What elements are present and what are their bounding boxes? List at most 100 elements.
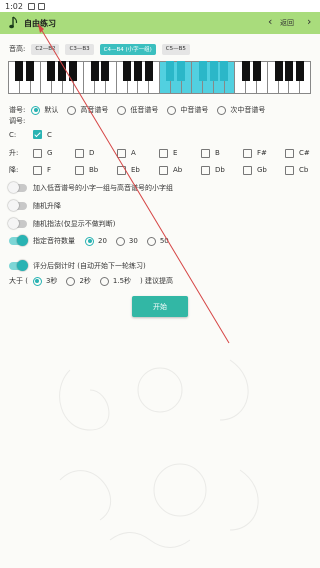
piano-black-key[interactable] <box>101 61 110 81</box>
countdown-label: 评分后倒计时 (自动开始下一轮练习) <box>33 262 146 270</box>
piano-black-key[interactable] <box>68 61 77 81</box>
prev-button[interactable]: ‹ <box>268 15 272 28</box>
key-c-label: C <box>47 130 52 139</box>
key-ab-checkbox[interactable]: Ab <box>159 165 192 175</box>
background-pattern <box>59 359 259 548</box>
clef-bass-label: 低音谱号 <box>130 106 159 114</box>
piano-black-key[interactable] <box>177 61 186 81</box>
note-count-50-option[interactable]: 50 <box>146 236 169 246</box>
key-e-checkbox[interactable]: E <box>159 148 192 158</box>
piano-keyboard[interactable] <box>8 61 311 94</box>
key-c-checkbox[interactable]: C <box>33 130 52 139</box>
status-time: 1:02 <box>5 1 23 11</box>
add-octaves-toggle[interactable] <box>8 182 27 193</box>
clef-default-option[interactable]: 默认 <box>31 105 58 115</box>
piano-black-key[interactable] <box>166 61 175 81</box>
key-cb-checkbox[interactable]: Cb <box>285 165 318 175</box>
clef-tenor-option[interactable]: 次中音谱号 <box>217 105 265 115</box>
piano-black-key[interactable] <box>198 61 207 81</box>
key-db-checkbox[interactable]: Db <box>201 165 234 175</box>
piano-black-key[interactable] <box>14 61 23 81</box>
piano-black-key[interactable] <box>144 61 153 81</box>
note-count-toggle[interactable] <box>9 235 28 246</box>
note-count-50-label: 50 <box>159 237 169 245</box>
threshold-1-5s-option[interactable]: 1.5秒 <box>99 276 131 286</box>
key-d-checkbox[interactable]: D <box>75 148 108 158</box>
clef-bass-option[interactable]: 低音谱号 <box>117 105 158 115</box>
piano-black-key[interactable] <box>47 61 56 81</box>
key-signature-header: 调号: <box>9 116 25 126</box>
threshold-3s-label: 3秒 <box>45 277 58 285</box>
key-gb-checkbox[interactable]: Gb <box>243 165 276 175</box>
image-status-icon <box>27 2 35 10</box>
range-c4-b4-button[interactable]: C4—B4 (小字一组) <box>99 43 156 55</box>
key-f-sharp-checkbox[interactable]: F# <box>243 148 276 158</box>
checkbox-icon <box>159 148 168 158</box>
back-button[interactable]: 返回 <box>280 18 294 28</box>
next-button[interactable]: › <box>307 15 311 28</box>
piano-black-key[interactable] <box>58 61 67 81</box>
piano-black-key[interactable] <box>123 61 132 81</box>
threshold-prefix: 大于 ( <box>9 277 28 285</box>
clef-alto-label: 中音谱号 <box>180 106 209 114</box>
key-f-sharp-label: F# <box>257 149 267 157</box>
sharp-key-row: 升: G D A E B F# C# <box>9 148 320 158</box>
piano-black-key[interactable] <box>90 61 99 81</box>
countdown-toggle[interactable] <box>9 260 28 271</box>
random-fingering-toggle[interactable] <box>8 218 27 229</box>
key-bb-checkbox[interactable]: Bb <box>75 165 108 175</box>
note-count-20-option[interactable]: 20 <box>85 236 107 246</box>
piano-black-key[interactable] <box>133 61 142 81</box>
checkbox-icon <box>33 148 42 158</box>
checkbox-icon <box>33 165 42 175</box>
checkbox-icon <box>285 165 294 175</box>
key-c-sharp-label: C# <box>299 149 310 157</box>
radio-icon <box>85 236 94 246</box>
key-b-label: B <box>215 149 220 157</box>
checkbox-icon <box>159 165 168 175</box>
key-a-label: A <box>131 149 136 157</box>
range-c2-b2-button[interactable]: C2—B2 <box>31 43 60 55</box>
random-fingering-row: 随机指法(仅显示不做判断) <box>8 218 115 229</box>
key-d-label: D <box>89 149 95 157</box>
piano-black-key[interactable] <box>252 61 261 81</box>
checkbox-icon <box>201 148 210 158</box>
threshold-2s-label: 2秒 <box>79 277 91 285</box>
checkbox-icon <box>243 165 252 175</box>
key-a-checkbox[interactable]: A <box>117 148 150 158</box>
radio-icon <box>67 105 77 115</box>
start-button[interactable]: 开始 <box>132 296 188 317</box>
close-status-icon <box>37 2 45 10</box>
key-c-sharp-checkbox[interactable]: C# <box>285 148 318 158</box>
add-octaves-row: 加入低音谱号的小字一组与高音谱号的小字组 <box>8 182 173 193</box>
range-c3-b3-button[interactable]: C3—B3 <box>65 43 94 55</box>
piano-black-key[interactable] <box>296 61 305 81</box>
random-accidental-label: 随机升降 <box>33 202 61 210</box>
key-cb-label: Cb <box>299 166 309 174</box>
threshold-3s-option[interactable]: 3秒 <box>32 276 58 286</box>
piano-black-key[interactable] <box>220 61 229 81</box>
piano-black-key[interactable] <box>242 61 251 81</box>
piano-black-key[interactable] <box>285 61 294 81</box>
key-b-checkbox[interactable]: B <box>201 148 234 158</box>
countdown-row: 评分后倒计时 (自动开始下一轮练习) <box>9 260 146 271</box>
clef-label: 谱号: <box>9 106 26 114</box>
key-f-checkbox[interactable]: F <box>33 165 66 175</box>
key-eb-checkbox[interactable]: Eb <box>117 165 150 175</box>
clef-alto-option[interactable]: 中音谱号 <box>167 105 208 115</box>
clef-treble-label: 高音谱号 <box>80 106 109 114</box>
note-count-30-option[interactable]: 30 <box>115 236 138 246</box>
clef-tenor-label: 次中音谱号 <box>230 106 266 114</box>
clef-treble-option[interactable]: 高音谱号 <box>67 105 108 115</box>
piano-black-key[interactable] <box>209 61 218 81</box>
note-count-label: 指定音符数量 <box>33 237 75 245</box>
random-accidental-toggle[interactable] <box>8 200 27 211</box>
piano-black-key[interactable] <box>274 61 283 81</box>
key-g-checkbox[interactable]: G <box>33 148 66 158</box>
range-c5-b5-button[interactable]: C5—B5 <box>161 43 190 55</box>
piano-black-key[interactable] <box>25 61 34 81</box>
key-signature-label: 调号: <box>9 117 26 125</box>
note-count-30-label: 30 <box>128 237 138 245</box>
threshold-row: 大于 ( 3秒 2秒 1.5秒 ) 建议提高 <box>9 276 173 286</box>
threshold-2s-option[interactable]: 2秒 <box>66 276 91 286</box>
